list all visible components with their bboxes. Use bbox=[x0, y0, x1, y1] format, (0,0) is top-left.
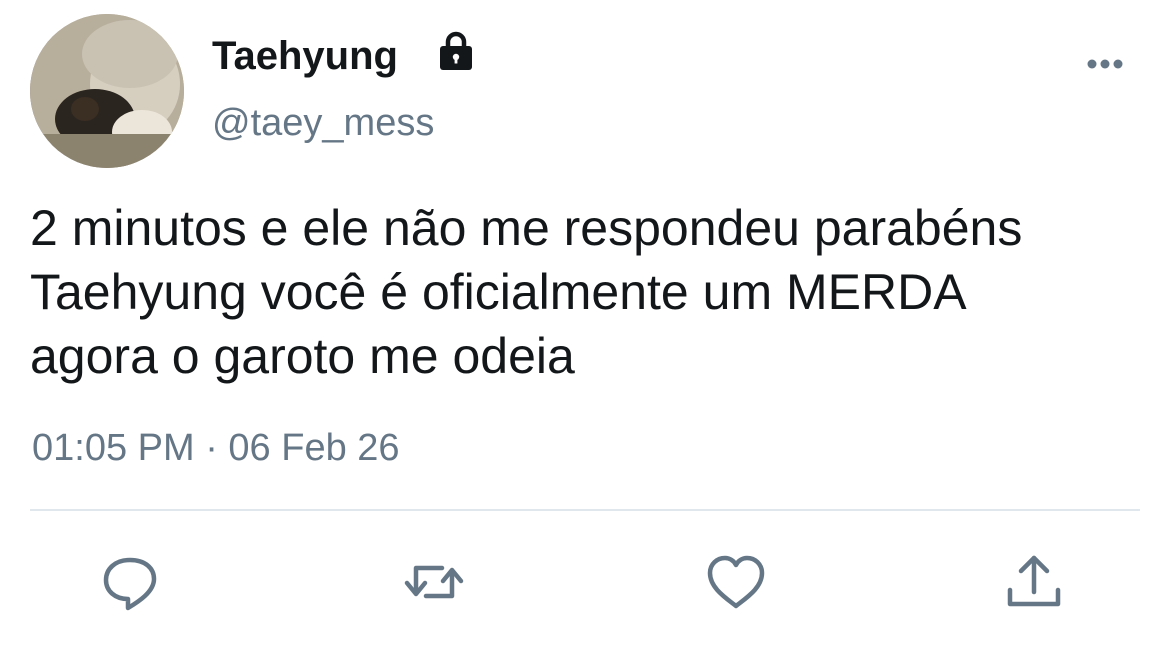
user-handle[interactable]: @taey_mess bbox=[212, 100, 434, 146]
tweet-text-line: agora o garoto me odeia bbox=[30, 328, 575, 384]
display-name[interactable]: Taehyung bbox=[212, 32, 398, 80]
reply-button[interactable] bbox=[98, 552, 162, 612]
like-button[interactable] bbox=[704, 552, 768, 612]
tweet-text-line: 2 minutos e ele não me respondeu parabén… bbox=[30, 200, 1023, 256]
tweet-text-line: Taehyung você é oficialmente um MERDA bbox=[30, 264, 967, 320]
retweet-icon bbox=[404, 565, 464, 599]
tweet-card: Taehyung @taey_mess 2 minutos e ele não … bbox=[0, 0, 1170, 653]
tweet-timestamp[interactable]: 01:05 PM · 06 Feb 26 bbox=[32, 424, 400, 472]
reply-icon bbox=[103, 557, 157, 611]
more-horizontal-icon[interactable] bbox=[1080, 52, 1130, 76]
tweet-text: 2 minutos e ele não me respondeu parabén… bbox=[30, 196, 1165, 388]
share-icon bbox=[1007, 555, 1061, 607]
share-button[interactable] bbox=[1002, 552, 1066, 612]
avatar-image bbox=[30, 14, 184, 168]
heart-icon bbox=[707, 555, 765, 609]
avatar[interactable] bbox=[30, 14, 184, 168]
retweet-button[interactable] bbox=[402, 552, 466, 612]
lock-icon bbox=[440, 31, 472, 70]
divider bbox=[30, 509, 1140, 511]
